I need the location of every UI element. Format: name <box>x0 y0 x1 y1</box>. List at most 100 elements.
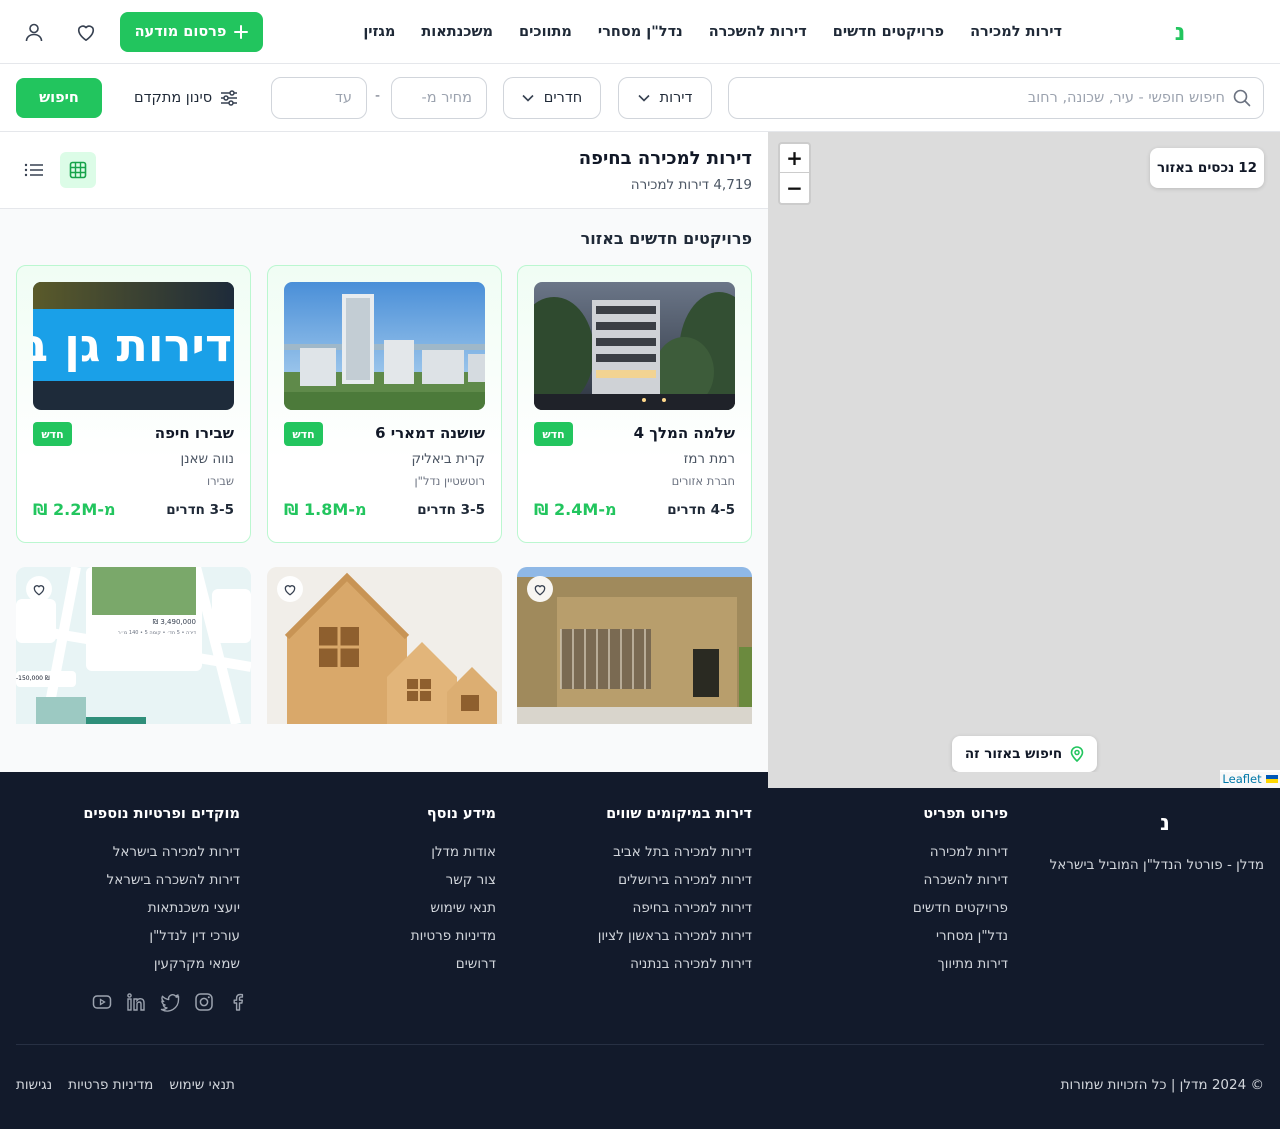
footer-link[interactable]: דירות למכירה בראשון לציון <box>598 928 752 945</box>
leaflet-link[interactable]: Leaflet <box>1222 772 1261 786</box>
search-icon <box>1233 89 1251 107</box>
project-price: מ-2.4M ₪ <box>534 500 617 519</box>
footer-col-title: מידע נוסף <box>426 806 496 822</box>
favorites-button[interactable] <box>74 20 98 44</box>
search-input[interactable] <box>755 90 1225 106</box>
footer-link[interactable]: נדל"ן מסחרי <box>913 928 1008 945</box>
nav-item-commercial[interactable]: נדל"ן מסחרי <box>598 20 683 44</box>
footer-link[interactable]: עורכי דין לנדל"ן <box>83 928 240 945</box>
footer-link[interactable]: דירות למכירה בישראל <box>83 844 240 861</box>
project-developer: שבירו <box>207 474 234 488</box>
footer-col-menu: פירוט תפריט דירות למכירה דירות להשכרה פר… <box>913 806 1008 984</box>
ukraine-flag-icon <box>1265 775 1278 783</box>
chevron-down-icon <box>638 94 650 102</box>
footer-link[interactable]: דירות למכירה <box>913 844 1008 861</box>
footer-link[interactable]: דרושים <box>411 956 496 973</box>
project-developer: רוטשטיין נדל"ן <box>414 474 485 488</box>
zoom-out-button[interactable]: − <box>780 173 809 202</box>
grid-view-toggle[interactable] <box>60 152 96 188</box>
footer-link[interactable]: דירות למכירה בחיפה <box>598 900 752 917</box>
footer-col-info: מידע נוסף אודות מדלן צור קשר תנאי שימוש … <box>411 806 496 984</box>
copyright: © 2024 מדלן | כל הזכויות שמורות <box>1060 1077 1264 1093</box>
nav-item-magazine[interactable]: מגזין <box>363 20 395 44</box>
youtube-icon[interactable] <box>92 992 112 1012</box>
project-area: קרית ביאליק <box>411 451 486 467</box>
heart-icon <box>284 584 296 596</box>
legal-links: תנאי שימוש מדיניות פרטיות נגישות <box>16 1077 235 1093</box>
footer-link[interactable]: דירות להשכרה בישראל <box>83 872 240 889</box>
listing-card-1[interactable] <box>517 567 752 724</box>
project-area: נווה שאנן <box>180 451 234 467</box>
footer-link[interactable]: דירות מתיווך <box>913 956 1008 973</box>
footer-tagline: מדלן - פורטל הנדל"ן המוביל בישראל <box>1049 857 1264 873</box>
price-from-input[interactable] <box>391 77 487 119</box>
favorite-toggle[interactable] <box>277 576 303 602</box>
property-type-select[interactable]: דירות <box>618 77 712 119</box>
nav-item-mortgages[interactable]: משכנתאות <box>421 20 493 44</box>
main-nav: דירות למכירה פרויקטים חדשים דירות להשכרה… <box>363 20 1062 44</box>
account-button[interactable] <box>22 20 46 44</box>
footer-link[interactable]: מדיניות פרטיות <box>411 928 496 945</box>
instagram-icon[interactable] <box>194 992 214 1012</box>
project-rooms: 4-5 חדרים <box>667 502 735 518</box>
nav-item-brokers[interactable]: מתווכים <box>519 20 572 44</box>
heart-icon <box>534 584 546 596</box>
footer-col-title: מוקדים ופרטיות נוספים <box>83 806 240 822</box>
nav-item-new-projects[interactable]: פרויקטים חדשים <box>833 20 944 44</box>
linkedin-icon[interactable] <box>126 992 146 1012</box>
legal-link-privacy[interactable]: מדיניות פרטיות <box>68 1077 153 1093</box>
project-card-2[interactable]: שושנה דמארי 6 חדש קרית ביאליק רוטשטיין נ… <box>267 265 502 543</box>
project-card-1[interactable]: שלמה המלך 4 חדש רמת רמז חברת אזורים 4-5 … <box>517 265 752 543</box>
footer-link[interactable]: דירות למכירה בנתניה <box>598 956 752 973</box>
search-button[interactable]: חיפוש <box>16 78 102 118</box>
project-name: שושנה דמארי 6 <box>375 424 485 442</box>
footer-link[interactable]: דירות למכירה בירושלים <box>598 872 752 889</box>
map-attribution-overlay[interactable]: Leaflet <box>1220 770 1280 788</box>
advanced-filter-button[interactable]: סינון מתקדם <box>134 86 238 110</box>
project-card-3[interactable]: דירות גן בלב שבירו חיפה חדש נווה שאנן שב… <box>16 265 251 543</box>
price-to-input[interactable] <box>271 77 367 119</box>
nav-item-sale[interactable]: דירות למכירה <box>970 20 1062 44</box>
nav-item-rent[interactable]: דירות להשכרה <box>709 20 807 44</box>
site-logo[interactable]: נ <box>1168 18 1192 46</box>
footer-link[interactable]: יועצי משכנתאות <box>83 900 240 917</box>
footer-link[interactable]: צור קשר <box>411 872 496 889</box>
listing-card-2[interactable] <box>267 567 502 724</box>
map-count-number: 12 <box>1238 160 1258 176</box>
post-ad-label: פרסום מודעה <box>134 24 227 40</box>
project-image <box>534 282 735 410</box>
facebook-icon[interactable] <box>228 992 248 1012</box>
legal-link-accessibility[interactable]: נגישות <box>16 1077 52 1093</box>
free-search-field[interactable] <box>728 77 1264 119</box>
new-badge: חדש <box>534 422 573 446</box>
zoom-in-button[interactable]: + <box>780 144 809 173</box>
favorite-toggle[interactable] <box>26 576 52 602</box>
results-count: 4,719 דירות למכירה <box>630 177 752 193</box>
list-view-toggle[interactable] <box>20 156 48 184</box>
search-this-area-label: חיפוש באזור זה <box>964 746 1063 762</box>
footer-link[interactable]: אודות מדלן <box>411 844 496 861</box>
map-count-label: נכסים באזור <box>1156 160 1235 176</box>
advanced-filter-label: סינון מתקדם <box>134 90 213 106</box>
footer-link[interactable]: פרויקטים חדשים <box>913 900 1008 917</box>
plus-icon <box>234 25 249 39</box>
new-badge: חדש <box>284 422 323 446</box>
user-icon <box>25 23 43 42</box>
footer-logo[interactable]: נ <box>1160 811 1170 836</box>
footer-divider <box>16 1044 1264 1045</box>
rooms-select[interactable]: חדרים <box>503 77 601 119</box>
footer-link[interactable]: דירות למכירה בתל אביב <box>598 844 752 861</box>
footer-link[interactable]: תנאי שימוש <box>411 900 496 917</box>
map-view[interactable] <box>768 132 1280 788</box>
footer-link[interactable]: שמאי מקרקעין <box>83 956 240 973</box>
twitter-icon[interactable] <box>160 992 180 1012</box>
listing-card-3-ad[interactable]: 3,490,000 ₪ דירה • 5 חד׳ • קומה 5 • 140 … <box>16 567 251 724</box>
new-badge: חדש <box>33 422 72 446</box>
post-ad-button[interactable]: פרסום מודעה <box>120 12 263 52</box>
footer-col-services: מוקדים ופרטיות נוספים דירות למכירה בישרא… <box>83 806 240 984</box>
favorite-toggle[interactable] <box>527 576 553 602</box>
legal-link-terms[interactable]: תנאי שימוש <box>169 1077 235 1093</box>
list-icon <box>24 163 43 177</box>
search-this-area-button[interactable]: חיפוש באזור זה <box>952 736 1097 772</box>
footer-link[interactable]: דירות להשכרה <box>913 872 1009 889</box>
